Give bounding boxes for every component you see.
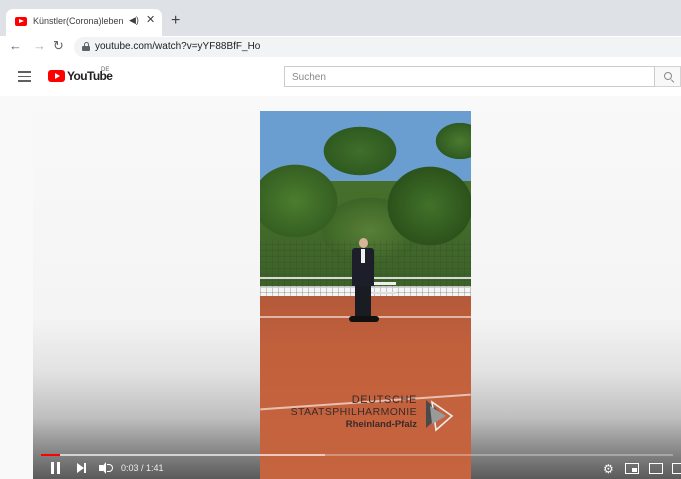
video-tennis-court	[260, 296, 471, 479]
volume-icon[interactable]	[99, 462, 113, 474]
browser-tab-active[interactable]: Künstler(Corona)leben | Deutsche Staatsp…	[6, 9, 162, 36]
search-input[interactable]	[285, 68, 654, 87]
video-frame[interactable]: DEUTSCHE STAATSPHILHARMONIE Rheinland-Pf…	[260, 111, 471, 479]
search-icon	[664, 72, 672, 80]
search-box	[284, 66, 655, 87]
player-controls: 0:03 / 1:41 ⚙	[33, 459, 681, 479]
search-button[interactable]	[655, 66, 681, 87]
logo-line-1: DEUTSCHE	[351, 394, 417, 406]
youtube-favicon-icon	[15, 17, 27, 26]
youtube-logo[interactable]: YouTube DE	[48, 67, 118, 83]
tab-strip: Künstler(Corona)leben | Deutsche Staatsp…	[0, 0, 681, 36]
new-tab-button[interactable]: +	[171, 13, 180, 29]
progress-played	[41, 454, 60, 456]
logo-line-3: Rheinland-Pfalz	[345, 419, 417, 430]
close-icon[interactable]: ✕	[146, 14, 155, 26]
orchestra-emblem-icon	[426, 400, 454, 432]
theater-mode-icon[interactable]	[649, 463, 663, 474]
miniplayer-icon[interactable]	[625, 463, 639, 474]
pause-icon[interactable]	[51, 462, 61, 474]
audio-playing-icon[interactable]: ◀)	[129, 15, 139, 26]
forward-arrow-icon[interactable]: →	[33, 39, 46, 53]
lock-icon[interactable]	[82, 42, 90, 51]
settings-gear-icon[interactable]: ⚙	[603, 463, 614, 475]
video-hoverboard	[349, 316, 379, 322]
address-bar[interactable]: youtube.com/watch?v=yYF88BfF_Ho	[74, 37, 681, 57]
browser-window: Künstler(Corona)leben | Deutsche Staatsp…	[0, 0, 681, 479]
video-person-head	[359, 238, 368, 248]
page-left-margin	[0, 96, 33, 479]
hamburger-menu-icon[interactable]	[18, 71, 31, 82]
browser-toolbar: ← → ↻ youtube.com/watch?v=yYF88BfF_Ho	[0, 36, 681, 58]
logo-line-2: STAATSPHILHARMONIE	[290, 406, 417, 418]
youtube-header: YouTube DE	[0, 58, 681, 96]
next-icon[interactable]	[77, 463, 86, 473]
back-arrow-icon[interactable]: ←	[9, 39, 22, 53]
progress-buffered	[41, 454, 326, 456]
fullscreen-icon[interactable]	[672, 463, 681, 474]
progress-bar[interactable]	[41, 454, 673, 456]
tab-title: Künstler(Corona)leben | Deutsche Staatsp…	[33, 16, 125, 26]
time-display: 0:03 / 1:41	[121, 463, 164, 473]
video-person-legs	[355, 286, 371, 318]
video-bench	[372, 282, 396, 294]
video-person-shirt	[361, 249, 365, 263]
region-code: DE	[101, 67, 110, 73]
address-url[interactable]: youtube.com/watch?v=yYF88BfF_Ho	[95, 41, 260, 52]
video-player[interactable]: DEUTSCHE STAATSPHILHARMONIE Rheinland-Pf…	[33, 96, 681, 479]
orchestra-logo-text: DEUTSCHE STAATSPHILHARMONIE Rheinland-Pf…	[274, 394, 417, 431]
youtube-play-logo-icon	[48, 70, 65, 82]
reload-icon[interactable]: ↻	[53, 39, 64, 53]
